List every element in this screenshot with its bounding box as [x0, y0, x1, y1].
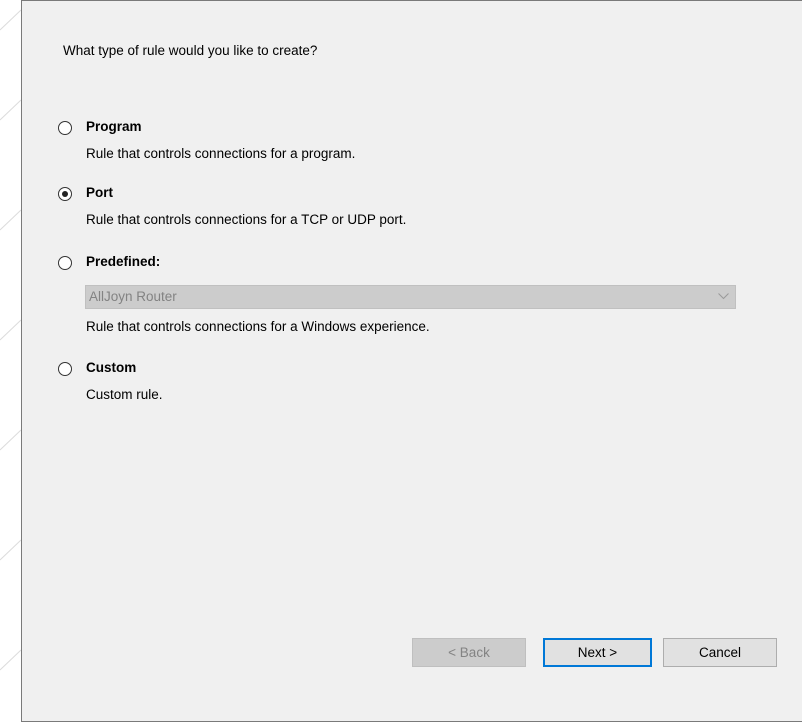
- predefined-radio[interactable]: [58, 256, 72, 270]
- new-rule-wizard-dialog: What type of rule would you like to crea…: [21, 0, 802, 722]
- predefined-label[interactable]: Predefined:: [86, 254, 160, 269]
- radio-selected-dot: [62, 191, 68, 197]
- custom-label[interactable]: Custom: [86, 360, 136, 375]
- port-description: Rule that controls connections for a TCP…: [86, 212, 407, 227]
- port-radio[interactable]: [58, 187, 72, 201]
- custom-radio[interactable]: [58, 362, 72, 376]
- program-label[interactable]: Program: [86, 119, 142, 134]
- program-description: Rule that controls connections for a pro…: [86, 146, 356, 161]
- program-radio[interactable]: [58, 121, 72, 135]
- predefined-select-value: AllJoyn Router: [89, 289, 177, 304]
- port-label[interactable]: Port: [86, 185, 113, 200]
- predefined-select: AllJoyn Router: [85, 285, 736, 309]
- predefined-description: Rule that controls connections for a Win…: [86, 319, 430, 334]
- chevron-down-icon: [718, 293, 729, 300]
- cancel-button[interactable]: Cancel: [663, 638, 777, 667]
- back-button[interactable]: < Back: [412, 638, 526, 667]
- custom-description: Custom rule.: [86, 387, 163, 402]
- next-button[interactable]: Next >: [543, 638, 652, 667]
- rule-type-question: What type of rule would you like to crea…: [63, 43, 318, 58]
